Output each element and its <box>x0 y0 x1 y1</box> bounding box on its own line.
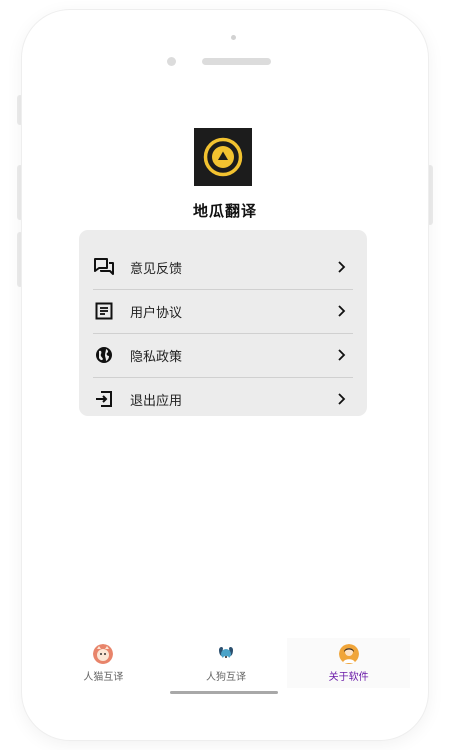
tab-cat-translate[interactable]: 人猫互译 <box>42 638 165 688</box>
speaker-grille <box>202 58 271 65</box>
exit-icon <box>93 388 115 410</box>
home-indicator <box>170 691 278 694</box>
menu-item-privacy[interactable]: 隐私政策 <box>79 333 367 377</box>
chevron-right-icon <box>335 260 349 274</box>
sensor-dot <box>167 57 176 66</box>
chevron-right-icon <box>335 348 349 362</box>
bottom-tab-bar: 人猫互译 人狗互译 关于软件 <box>42 638 411 688</box>
phone-frame: 地瓜翻译 意见反馈 用户协议 隐私政策 退出应用 人猫互译 人狗互译 关于软件 <box>22 10 428 740</box>
menu-item-label: 退出应用 <box>130 393 183 409</box>
menu-item-label: 隐私政策 <box>130 349 183 365</box>
camera-dot <box>231 35 236 40</box>
app-logo <box>194 128 252 186</box>
tab-label: 人狗互译 <box>206 672 246 683</box>
menu-item-exit[interactable]: 退出应用 <box>79 377 367 421</box>
menu-item-label: 用户协议 <box>130 305 183 321</box>
tab-label: 关于软件 <box>328 672 369 683</box>
cat-avatar-icon <box>93 644 114 664</box>
tab-label: 人猫互译 <box>83 672 124 683</box>
tab-about[interactable]: 关于软件 <box>287 638 411 688</box>
menu-item-label: 意见反馈 <box>130 261 183 277</box>
dog-avatar-icon <box>216 644 236 664</box>
document-icon <box>93 300 115 322</box>
tab-dog-translate[interactable]: 人狗互译 <box>165 638 288 688</box>
menu-item-agreement[interactable]: 用户协议 <box>79 289 367 333</box>
chevron-right-icon <box>335 304 349 318</box>
app-title: 地瓜翻译 <box>192 202 257 220</box>
globe-icon <box>93 344 115 366</box>
chat-bubbles-icon <box>93 256 115 278</box>
settings-menu-card: 意见反馈 用户协议 隐私政策 退出应用 <box>79 230 367 416</box>
user-avatar-icon <box>338 644 359 664</box>
chevron-right-icon <box>335 392 349 406</box>
menu-item-feedback[interactable]: 意见反馈 <box>79 245 367 289</box>
screen: 地瓜翻译 意见反馈 用户协议 隐私政策 退出应用 人猫互译 人狗互译 关于软件 <box>0 0 450 750</box>
play-circle-logo-icon <box>203 137 243 177</box>
